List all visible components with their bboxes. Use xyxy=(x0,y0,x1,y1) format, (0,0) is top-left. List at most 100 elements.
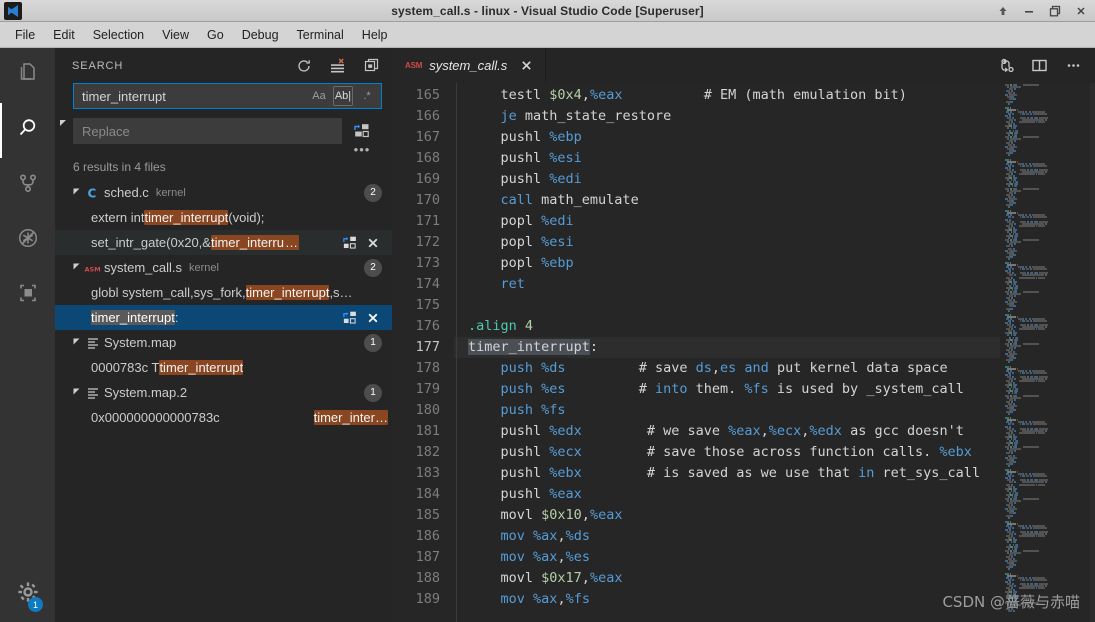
search-details-icon[interactable]: ••• xyxy=(354,143,371,156)
dismiss-icon[interactable] xyxy=(365,235,381,251)
menu-debug[interactable]: Debug xyxy=(233,25,288,45)
chevron-down-icon[interactable] xyxy=(71,263,83,272)
use-regex-icon[interactable]: .* xyxy=(357,86,377,106)
result-file-system-map-2[interactable]: System.map.2 1 xyxy=(55,380,392,405)
maximize-icon[interactable] xyxy=(1047,3,1063,19)
code-token: %ebx xyxy=(549,465,582,481)
replace-input[interactable]: Replace xyxy=(73,118,342,144)
code-line[interactable] xyxy=(454,295,1000,316)
refresh-icon[interactable] xyxy=(295,57,312,74)
code-line[interactable]: call math_emulate xyxy=(454,190,1000,211)
code-line[interactable]: .align 4 xyxy=(454,316,1000,337)
restore-up-icon[interactable] xyxy=(995,3,1011,19)
code-line[interactable]: push %ds # save ds,es and put kernel dat… xyxy=(454,358,1000,379)
code-line[interactable]: mov %ax,%es xyxy=(454,547,1000,568)
result-match-row[interactable]: 0000783c T timer_interrupt xyxy=(55,355,392,380)
activity-item-search[interactable] xyxy=(0,103,55,158)
minimize-icon[interactable] xyxy=(1021,3,1037,19)
code-token: put kernel data space xyxy=(768,360,948,376)
result-file-sched-c[interactable]: C sched.c kernel 2 xyxy=(55,180,392,205)
code-line[interactable]: popl %ebp xyxy=(454,253,1000,274)
activity-item-extensions[interactable] xyxy=(0,268,55,323)
code-line[interactable]: pushl %edx # we save %eax,%ecx,%edx as g… xyxy=(454,421,1000,442)
code-line[interactable]: push %fs xyxy=(454,400,1000,421)
code-token: is used by _system_call xyxy=(768,381,964,397)
code-token: %ebp xyxy=(549,129,582,145)
code-line[interactable]: timer_interrupt: xyxy=(454,337,1000,358)
match-text-part: ,s… xyxy=(329,285,353,300)
result-match-row[interactable]: 0x000000000000783c timer_inter… xyxy=(55,405,392,430)
minimap-line xyxy=(1022,164,1025,167)
result-file-system-call-s[interactable]: ASM system_call.s kernel 2 xyxy=(55,255,392,280)
activity-item-explorer[interactable] xyxy=(0,48,55,103)
code-line[interactable]: je math_state_restore xyxy=(454,106,1000,127)
chevron-down-icon[interactable] xyxy=(71,388,83,397)
code-line[interactable]: pushl %ecx # save those across function … xyxy=(454,442,1000,463)
code-line[interactable]: mov %ax,%fs xyxy=(454,589,1000,610)
replace-icon[interactable] xyxy=(341,235,357,251)
chevron-down-icon[interactable] xyxy=(71,188,83,197)
code-line[interactable]: testl $0x4,%eax # EM (math emulation bit… xyxy=(454,85,1000,106)
menu-view[interactable]: View xyxy=(153,25,198,45)
activity-item-debug[interactable] xyxy=(0,213,55,268)
close-icon[interactable] xyxy=(518,58,534,74)
close-icon[interactable] xyxy=(1073,3,1089,19)
code-line[interactable]: pushl %ebx # is saved as we use that in … xyxy=(454,463,1000,484)
result-match-row-selected[interactable]: timer_interrupt: xyxy=(55,305,392,330)
code-line[interactable]: pushl %ebp xyxy=(454,127,1000,148)
result-match-row[interactable]: extern int timer_interrupt (void); xyxy=(55,205,392,230)
code-line[interactable]: ret xyxy=(454,274,1000,295)
menu-go[interactable]: Go xyxy=(198,25,233,45)
code-line[interactable]: mov %ax,%ds xyxy=(454,526,1000,547)
activity-item-source-control[interactable] xyxy=(0,158,55,213)
code-line[interactable]: pushl %eax xyxy=(454,484,1000,505)
minimap-line xyxy=(1013,357,1016,360)
code-line[interactable]: push %es # into them. %fs is used by _sy… xyxy=(454,379,1000,400)
match-case-icon[interactable]: Aa xyxy=(309,86,329,106)
menu-file[interactable]: File xyxy=(6,25,44,45)
menu-selection[interactable]: Selection xyxy=(84,25,153,45)
result-match-row[interactable]: set_intr_gate(0x20,& timer_interru… xyxy=(55,230,392,255)
svg-text:ASM: ASM xyxy=(85,265,101,273)
code-line[interactable]: pushl %edi xyxy=(454,169,1000,190)
result-file-dir: kernel xyxy=(189,261,219,274)
code-token: push xyxy=(500,402,534,418)
replace-icon[interactable] xyxy=(341,310,357,326)
toggle-replace-icon[interactable] xyxy=(59,116,69,126)
menu-edit[interactable]: Edit xyxy=(44,25,84,45)
code-token: popl xyxy=(468,213,542,229)
code-line[interactable]: popl %edi xyxy=(454,211,1000,232)
match-whole-word-icon[interactable]: Ab| xyxy=(333,86,353,106)
line-number: 185 xyxy=(415,507,440,523)
compare-icon[interactable] xyxy=(996,57,1014,75)
split-editor-icon[interactable] xyxy=(1030,57,1048,75)
new-editor-icon[interactable] xyxy=(363,57,380,74)
code-line[interactable]: movl $0x10,%eax xyxy=(454,505,1000,526)
code-editor[interactable]: 165 166 167 168 169 170 171 172 173 174 175 176 177 1… xyxy=(392,83,1095,622)
code-line[interactable]: popl %esi xyxy=(454,232,1000,253)
code-line[interactable]: pushl %esi xyxy=(454,148,1000,169)
replace-all-icon[interactable] xyxy=(350,119,374,143)
minimap-scrollbar[interactable] xyxy=(1090,83,1095,622)
search-input[interactable]: timer_interrupt Aa Ab| .* xyxy=(73,83,382,109)
minimap-line xyxy=(1013,170,1017,173)
activity-item-manage[interactable]: 1 xyxy=(0,567,55,622)
menu-help[interactable]: Help xyxy=(353,25,397,45)
menu-terminal[interactable]: Terminal xyxy=(288,25,353,45)
more-actions-icon[interactable] xyxy=(1064,57,1082,75)
tab-system-call-s[interactable]: ASM system_call.s xyxy=(392,48,547,83)
minimap-line xyxy=(1012,216,1015,219)
code-content[interactable]: testl $0x4,%eax # EM (math emulation bit… xyxy=(454,83,1000,622)
code-line[interactable]: movl $0x17,%eax xyxy=(454,568,1000,589)
result-file-system-map[interactable]: System.map 1 xyxy=(55,330,392,355)
minimap[interactable] xyxy=(1000,83,1095,622)
code-token: %ebp xyxy=(541,255,574,271)
dismiss-icon[interactable] xyxy=(365,310,381,326)
code-token: math_emulate xyxy=(533,192,639,208)
result-match-row[interactable]: globl system_call,sys_fork, timer_interru… xyxy=(55,280,392,305)
clear-all-icon[interactable] xyxy=(329,57,346,74)
chevron-down-icon[interactable] xyxy=(71,338,83,347)
